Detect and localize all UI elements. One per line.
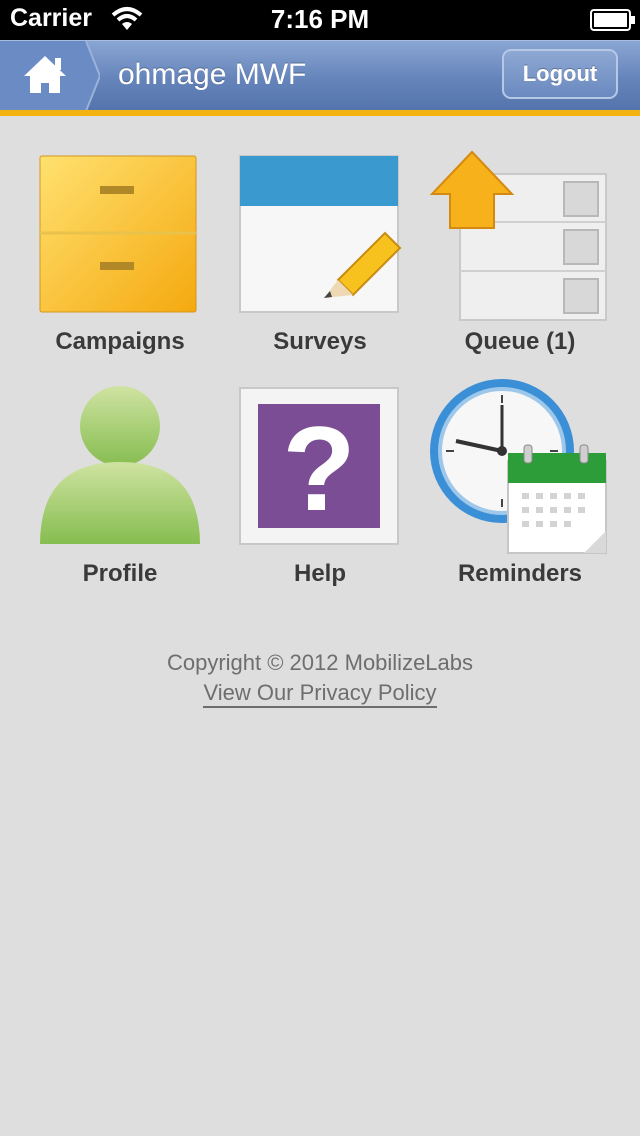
home-icon bbox=[0, 40, 102, 112]
privacy-policy-link[interactable]: View Our Privacy Policy bbox=[203, 680, 437, 708]
status-bar: Carrier 7:16 PM bbox=[0, 0, 640, 40]
reminders-label: Reminders bbox=[457, 560, 583, 587]
battery-icon bbox=[590, 9, 635, 31]
profile-person-icon bbox=[40, 386, 200, 544]
logout-button[interactable]: Logout bbox=[502, 49, 618, 99]
profile-label: Profile bbox=[82, 560, 158, 587]
navigation-bar: ohmage MWF Logout bbox=[0, 40, 640, 112]
copyright-text: Copyright © 2012 MobilizeLabs bbox=[166, 650, 474, 675]
surveys-notepad-icon bbox=[239, 155, 402, 313]
home-button[interactable] bbox=[0, 40, 102, 112]
queue-upload-icon bbox=[429, 150, 607, 321]
queue-label: Queue (1) bbox=[464, 328, 576, 355]
svg-text:?: ? bbox=[282, 402, 355, 536]
navbar-accent-strip bbox=[0, 110, 640, 116]
surveys-label: Surveys bbox=[273, 328, 367, 355]
help-question-icon: ? bbox=[239, 387, 399, 545]
app-title: ohmage MWF bbox=[118, 58, 307, 91]
surveys-tile[interactable]: Surveys bbox=[220, 150, 420, 370]
clock-time: 7:16 PM bbox=[270, 4, 370, 34]
profile-tile[interactable]: Profile bbox=[20, 382, 220, 602]
reminders-clock-calendar-icon bbox=[430, 379, 607, 554]
campaigns-label: Campaigns bbox=[55, 328, 185, 355]
campaigns-cabinet-icon bbox=[39, 155, 197, 313]
queue-tile[interactable]: Queue (1) bbox=[420, 150, 620, 370]
campaigns-tile[interactable]: Campaigns bbox=[20, 150, 220, 370]
help-label: Help bbox=[293, 560, 346, 587]
footer: Copyright © 2012 MobilizeLabs View Our P… bbox=[0, 648, 640, 708]
reminders-tile[interactable]: Reminders bbox=[420, 375, 620, 602]
help-tile[interactable]: ? Help bbox=[220, 382, 420, 602]
